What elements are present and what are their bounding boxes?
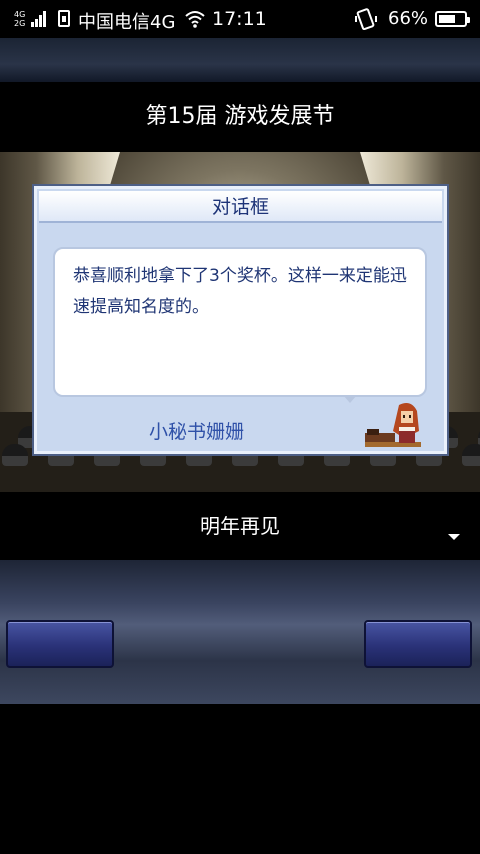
event-title-banner: 第15届 游戏发展节	[0, 82, 480, 152]
network-type-bottom: 2G	[14, 19, 26, 28]
sim-card-icon	[58, 10, 70, 27]
speech-tail-icon	[343, 395, 357, 403]
network-type: 4G 2G	[14, 10, 25, 28]
network-type-top: 4G	[14, 10, 26, 19]
scene-backdrop	[0, 38, 480, 82]
secretary-portrait-icon	[365, 403, 421, 447]
caption-banner[interactable]: 明年再见	[0, 492, 480, 560]
dialog-box[interactable]: 对话框 恭喜顺利地拿下了3个奖杯。这样一来定能迅速提高知名度的。 小秘书姗姗	[34, 186, 447, 454]
dialog-message: 恭喜顺利地拿下了3个奖杯。这样一来定能迅速提高知名度的。	[73, 266, 407, 317]
left-panel-button[interactable]	[6, 620, 114, 668]
audience-member	[2, 444, 28, 466]
vibrate-icon	[355, 8, 377, 30]
right-panel-button[interactable]	[364, 620, 472, 668]
dialog-header: 对话框	[39, 191, 442, 223]
caption-text: 明年再见	[200, 514, 280, 538]
event-title: 第15届 游戏发展节	[145, 104, 335, 129]
clock: 17:11	[212, 8, 267, 30]
battery-icon	[435, 11, 470, 27]
signal-icon	[31, 11, 46, 27]
audience-member	[462, 444, 480, 466]
speaker-name: 小秘书姗姗	[149, 421, 245, 443]
battery-percent: 66%	[388, 8, 429, 29]
wifi-icon	[185, 11, 205, 28]
dialog-message-box: 恭喜顺利地拿下了3个奖杯。这样一来定能迅速提高知名度的。	[53, 247, 427, 397]
carrier-label: 中国电信4G	[78, 12, 176, 33]
advance-arrow-icon[interactable]	[448, 534, 460, 540]
control-panel	[0, 560, 480, 704]
status-bar: 4G 2G 中国电信4G 17:11 66%	[0, 0, 480, 38]
